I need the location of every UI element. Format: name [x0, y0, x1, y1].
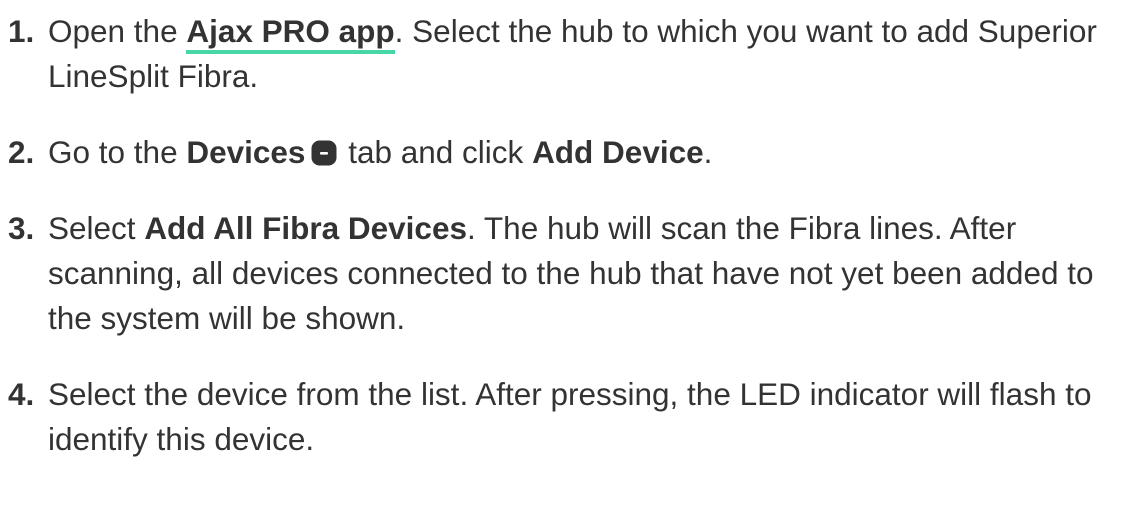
devices-label: Devices — [186, 134, 306, 170]
step-text: Open the — [48, 13, 187, 49]
step-number: 1. — [8, 13, 35, 49]
step-1: 1. Open the Ajax PRO app. Select the hub … — [0, 9, 1130, 99]
step-text: Go to the — [48, 134, 187, 170]
step-text: Select — [48, 210, 145, 246]
step-number: 4. — [8, 376, 35, 412]
step-number: 3. — [8, 210, 35, 246]
add-all-fibra-devices-label: Add All Fibra Devices — [144, 210, 467, 246]
step-number: 2. — [8, 134, 35, 170]
ajax-pro-app-link[interactable]: Ajax PRO app — [186, 13, 395, 54]
step-text: Select the device from the list. After p… — [48, 376, 1092, 457]
instruction-steps: 1. Open the Ajax PRO app. Select the hub … — [0, 0, 1134, 462]
step-4: 4. Select the device from the list. After… — [0, 372, 1130, 462]
add-device-label: Add Device — [532, 134, 704, 170]
step-3: 3. Select Add All Fibra Devices. The hub … — [0, 206, 1130, 341]
step-text: tab and click — [339, 134, 533, 170]
step-text: . — [703, 134, 713, 170]
step-2: 2. Go to the Devices tab and click Add De… — [0, 130, 1130, 175]
devices-tab-icon — [311, 140, 337, 166]
